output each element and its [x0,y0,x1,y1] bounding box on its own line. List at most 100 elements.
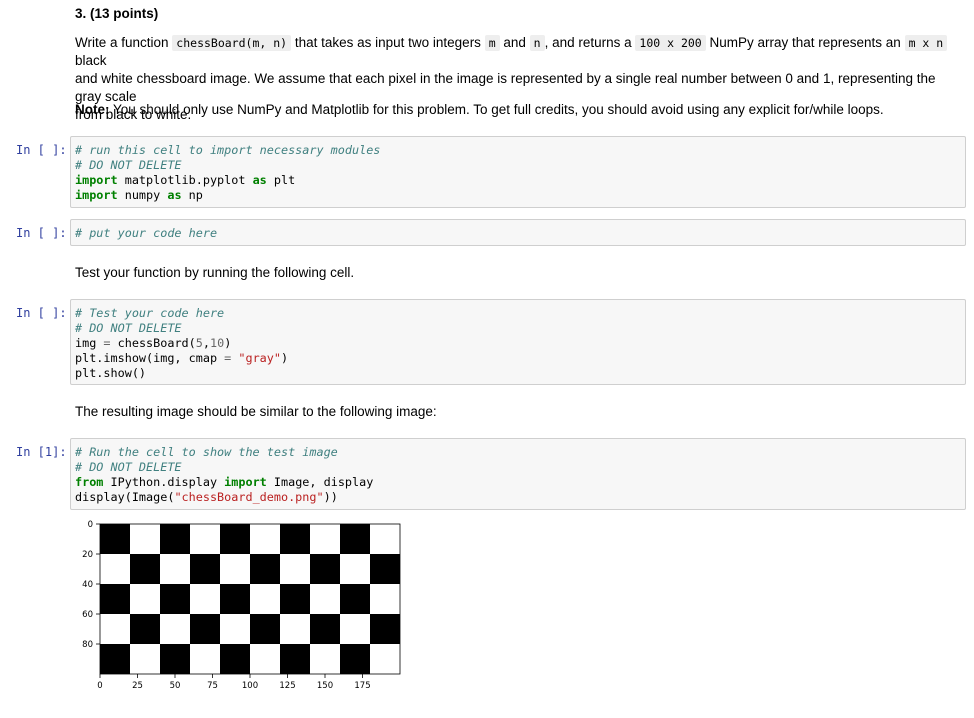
chess-square [340,644,370,674]
chess-square [340,524,370,554]
chess-square [130,554,160,584]
code-text: img [75,336,104,350]
code-comment: # run this cell to import necessary modu… [75,143,381,157]
function-signature: chessBoard(m, n) [172,35,292,51]
x-tick-label: 0 [97,681,102,691]
chess-square [220,644,250,674]
chess-square [160,644,190,674]
chess-square [370,584,400,614]
code-cell-3[interactable]: # Test your code here # DO NOT DELETE im… [70,299,966,385]
chess-square [370,554,400,584]
code-cell-1-source[interactable]: # run this cell to import necessary modu… [71,137,965,207]
code-cell-2-source[interactable]: # put your code here [71,220,965,245]
chess-square [310,614,340,644]
code-comment: # DO NOT DELETE [75,158,182,172]
number: 5 [195,336,203,350]
chess-square [280,644,310,674]
chess-square [250,614,280,644]
code-comment: # Test your code here [75,306,225,320]
string: "chessBoard_demo.png" [174,490,324,504]
keyword: import [75,188,118,202]
y-tick-label: 20 [82,550,93,560]
code-cell-4[interactable]: # Run the cell to show the test image # … [70,438,966,510]
chess-square [190,524,220,554]
code-text: display(Image( [75,490,175,504]
chess-square [160,524,190,554]
result-instruction: The resulting image should be similar to… [75,404,437,419]
cell-4-prompt: In [1]: [16,445,67,459]
chess-square [160,614,190,644]
code-cell-1[interactable]: # run this cell to import necessary modu… [70,136,966,208]
number: 10 [209,336,225,350]
chess-square [220,554,250,584]
text-fragment: , and returns a [544,35,636,50]
y-tick-label: 40 [82,580,93,590]
chess-square [280,584,310,614]
description-line-1: Write a function chessBoard(m, n) that t… [75,34,960,70]
chess-square [340,584,370,614]
x-tick-label: 75 [207,681,218,691]
keyword: as [252,173,267,187]
text-fragment: NumPy array that represents an [705,35,905,50]
chess-square [280,554,310,584]
operator: = [103,336,111,350]
x-tick-label: 100 [242,681,258,691]
keyword: as [167,188,182,202]
chess-square [190,614,220,644]
keyword: import [75,173,118,187]
code-text: plt.show() [75,366,147,380]
var-mxn: m x n [904,35,948,51]
code-text: )) [323,490,338,504]
code-text: numpy [117,188,168,202]
x-tick-label: 125 [279,681,295,691]
code-cell-2[interactable]: # put your code here [70,219,966,246]
note: Note: You should only use NumPy and Matp… [75,101,960,119]
x-tick-label: 175 [354,681,370,691]
chess-square [160,554,190,584]
code-cell-3-source[interactable]: # Test your code here # DO NOT DELETE im… [71,300,965,385]
chess-square [370,524,400,554]
code-text: plt.imshow(img, cmap [75,351,225,365]
chess-square [190,644,220,674]
note-label: Note: [75,102,110,117]
chess-square [100,644,130,674]
chess-square [250,584,280,614]
cell-2-prompt: In [ ]: [16,226,67,240]
keyword: import [224,475,267,489]
code-text: , [202,336,210,350]
chess-square [370,614,400,644]
text-fragment: that takes as input two integers [291,35,485,50]
var-m: m [484,35,500,51]
chess-square [310,584,340,614]
text-fragment: and [499,35,530,50]
chess-square [220,524,250,554]
code-text: ) [224,336,232,350]
cell-1-prompt: In [ ]: [16,143,67,157]
code-text: matplotlib.pyplot [117,173,253,187]
cell-4-output: 0 25 50 75 100 125 150 175 0 20 40 60 80 [70,512,470,712]
x-tick-label: 150 [317,681,333,691]
chess-square [130,524,160,554]
code-text: IPython.display [103,475,225,489]
chess-square [310,644,340,674]
code-comment: # DO NOT DELETE [75,321,182,335]
chess-square [340,614,370,644]
var-n: n [529,35,545,51]
chess-square [280,614,310,644]
y-tick-label: 80 [82,640,93,650]
text-fragment: black [75,53,107,68]
chess-square [100,524,130,554]
chess-square [100,614,130,644]
chess-square [130,614,160,644]
cell-3-prompt: In [ ]: [16,306,67,320]
note-text: You should only use NumPy and Matplotlib… [109,102,884,117]
test-instruction: Test your function by running the follow… [75,265,355,280]
chess-square [190,584,220,614]
chess-square [220,614,250,644]
code-cell-4-source[interactable]: # Run the cell to show the test image # … [71,439,965,509]
y-tick-label: 60 [82,610,93,620]
question-title: 3. (13 points) [75,6,159,21]
chess-square [310,524,340,554]
chess-square [370,644,400,674]
chess-square [160,584,190,614]
